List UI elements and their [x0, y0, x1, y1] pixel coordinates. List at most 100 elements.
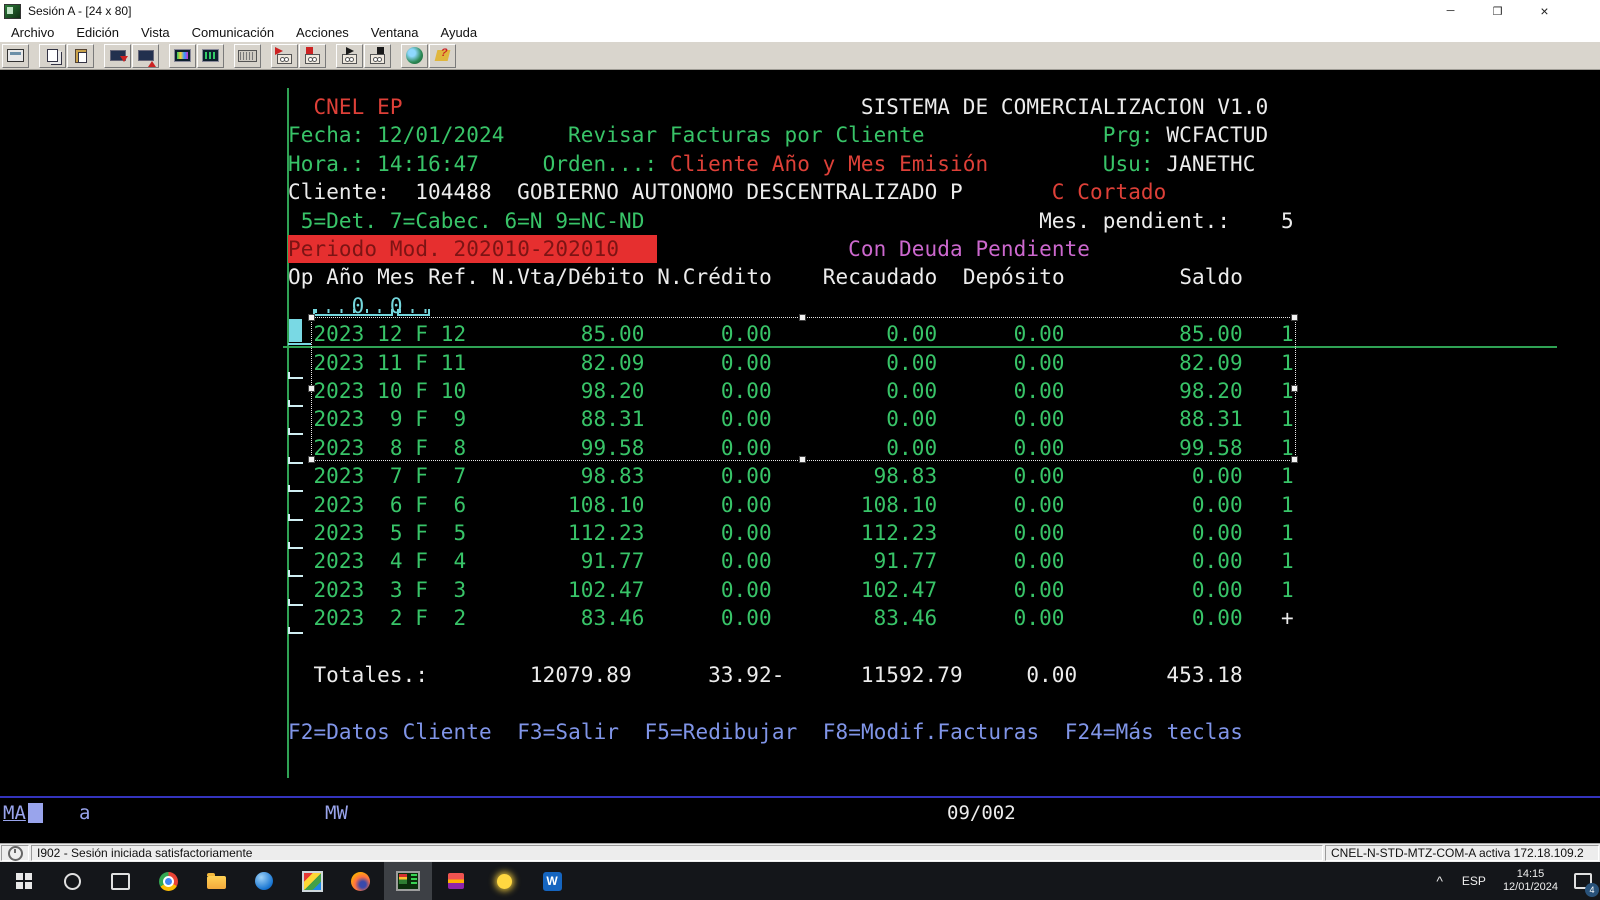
selection-handle[interactable]	[799, 314, 806, 321]
selection-handle[interactable]	[1291, 314, 1298, 321]
keyboard-setup-button[interactable]	[234, 44, 261, 68]
status-host-cell: CNEL-N-STD-MTZ-COM-A activa 172.18.109.2	[1325, 845, 1599, 861]
terminal-text: WCFACTUD	[1166, 121, 1268, 149]
record-macro-button[interactable]	[271, 44, 298, 68]
selection-handle[interactable]	[308, 314, 315, 321]
op-input-field-mark[interactable]	[288, 627, 303, 634]
close-button[interactable]: ×	[1521, 0, 1568, 22]
op-input-field-mark[interactable]	[288, 428, 303, 435]
invoice-row-recaudado: 0.00	[886, 377, 937, 405]
copy-icon	[47, 49, 58, 62]
maximize-button[interactable]: ❒	[1474, 0, 1521, 22]
display-colors-button[interactable]	[169, 44, 196, 68]
language-indicator[interactable]: ESP	[1453, 874, 1495, 888]
window-title: Sesión A - [24 x 80]	[28, 4, 131, 18]
op-input-field-mark[interactable]	[288, 372, 303, 379]
menu-item-archivo[interactable]: Archivo	[0, 25, 65, 40]
invoice-row-month: 3	[377, 576, 402, 604]
terminal-text: SISTEMA DE COMERCIALIZACION V1.0	[861, 93, 1268, 121]
invoice-row-saldo: 88.31	[1179, 405, 1243, 433]
invoice-row-recaudado: 91.77	[874, 547, 938, 575]
record-stop-button[interactable]	[299, 44, 326, 68]
taskbar-icon-photos[interactable]	[288, 862, 336, 900]
invoice-row-year: 2023	[313, 604, 364, 632]
taskbar-icon-archive-manager[interactable]	[432, 862, 480, 900]
selection-handle[interactable]	[308, 456, 315, 463]
taskbar-icon-start[interactable]	[0, 862, 48, 900]
tray-chevron-up-icon[interactable]: ^	[1426, 873, 1453, 889]
selection-handle[interactable]	[1291, 385, 1298, 392]
paste-button[interactable]	[67, 44, 94, 68]
taskbar-icon-terminal-session[interactable]	[384, 862, 432, 900]
play-stop-button[interactable]	[364, 44, 391, 68]
desktop: { "window": { "title": "Sesión A - [24 x…	[0, 0, 1600, 900]
menu-item-acciones[interactable]: Acciones	[285, 25, 360, 40]
web-globe-button[interactable]	[401, 44, 428, 68]
invoice-row-type: F	[415, 320, 428, 348]
invoice-row-credito: 0.00	[721, 349, 772, 377]
invoice-row-type: F	[415, 547, 428, 575]
firefox-icon	[351, 872, 370, 891]
invoice-row-credito: 0.00	[721, 547, 772, 575]
invoice-row-ref: 12	[441, 320, 466, 348]
op-input-field-mark[interactable]	[288, 599, 303, 606]
help-button[interactable]	[429, 44, 456, 68]
taskbar-icon-firefox[interactable]	[336, 862, 384, 900]
op-input-field-mark[interactable]	[288, 570, 303, 577]
invoice-row-credito: 0.00	[721, 576, 772, 604]
minimize-button[interactable]: ─	[1427, 0, 1474, 22]
send-file-button[interactable]	[104, 44, 131, 68]
receive-file-icon	[138, 50, 154, 61]
window-titlebar[interactable]: Sesión A - [24 x 80] ─ ❒ ×	[0, 0, 1600, 22]
status-icon-cell	[1, 845, 29, 861]
taskbar-icon-sun-app[interactable]	[480, 862, 528, 900]
invoice-row-recaudado: 0.00	[886, 320, 937, 348]
menu-item-comunicacion[interactable]: Comunicación	[181, 25, 285, 40]
terminal-screen[interactable]: MA a MW 09/002 CNEL EPSISTEMA DE COMERCI…	[0, 70, 1600, 843]
taskbar-icon-chrome[interactable]	[144, 862, 192, 900]
taskbar-icon-file-explorer[interactable]	[192, 862, 240, 900]
display-colors-icon	[174, 49, 191, 62]
invoice-row-credito: 0.00	[721, 604, 772, 632]
invoice-row-type: F	[415, 405, 428, 433]
app-icon	[4, 4, 21, 19]
selection-handle[interactable]	[308, 385, 315, 392]
print-button[interactable]	[2, 44, 29, 68]
op-input-field-mark[interactable]	[288, 457, 303, 464]
taskbar-icon-word[interactable]	[528, 862, 576, 900]
selection-handle[interactable]	[1291, 456, 1298, 463]
notification-badge: 4	[1585, 883, 1599, 897]
invoice-row-type: F	[415, 462, 428, 490]
op-input-field-mark[interactable]	[288, 514, 303, 521]
invoice-row-deposito: 0.00	[1014, 547, 1065, 575]
invoice-row-month: 5	[377, 519, 402, 547]
taskbar-clock[interactable]: 14:15 12/01/2024	[1495, 868, 1566, 894]
selection-handle[interactable]	[799, 456, 806, 463]
invoice-row-debito: 99.58	[581, 434, 645, 462]
notification-center-button[interactable]: 4	[1566, 862, 1600, 900]
play-macro-button[interactable]	[336, 44, 363, 68]
totals-credito: 33.92-	[708, 661, 784, 689]
invoice-row-month: 9	[377, 405, 402, 433]
taskbar-icon-blue-sphere[interactable]	[240, 862, 288, 900]
file-explorer-icon	[207, 876, 226, 889]
invoice-row-recaudado: 112.23	[861, 519, 937, 547]
copy-button[interactable]	[39, 44, 66, 68]
op-input-field-mark[interactable]	[288, 485, 303, 492]
op-input-field-mark[interactable]	[288, 542, 303, 549]
op-input-field-mark[interactable]	[288, 400, 303, 407]
menu-item-ayuda[interactable]: Ayuda	[430, 25, 489, 40]
anio-filter-field[interactable]: 0	[352, 292, 365, 320]
display-sessions-button[interactable]	[197, 44, 224, 68]
menu-item-ventana[interactable]: Ventana	[360, 25, 430, 40]
taskbar-icon-task-view[interactable]	[96, 862, 144, 900]
function-keys-line[interactable]: F2=Datos Cliente F3=Salir F5=Redibujar F…	[288, 718, 1243, 746]
oia-cursor-position: 09/002	[947, 801, 1016, 825]
receive-file-button[interactable]	[132, 44, 159, 68]
menu-item-vista[interactable]: Vista	[130, 25, 181, 40]
invoice-row-deposito: 0.00	[1014, 576, 1065, 604]
taskbar-icon-search[interactable]	[48, 862, 96, 900]
mes-filter-field[interactable]: 0	[390, 292, 403, 320]
invoice-row-debito: 82.09	[581, 349, 645, 377]
menu-item-edicion[interactable]: Edición	[65, 25, 130, 40]
